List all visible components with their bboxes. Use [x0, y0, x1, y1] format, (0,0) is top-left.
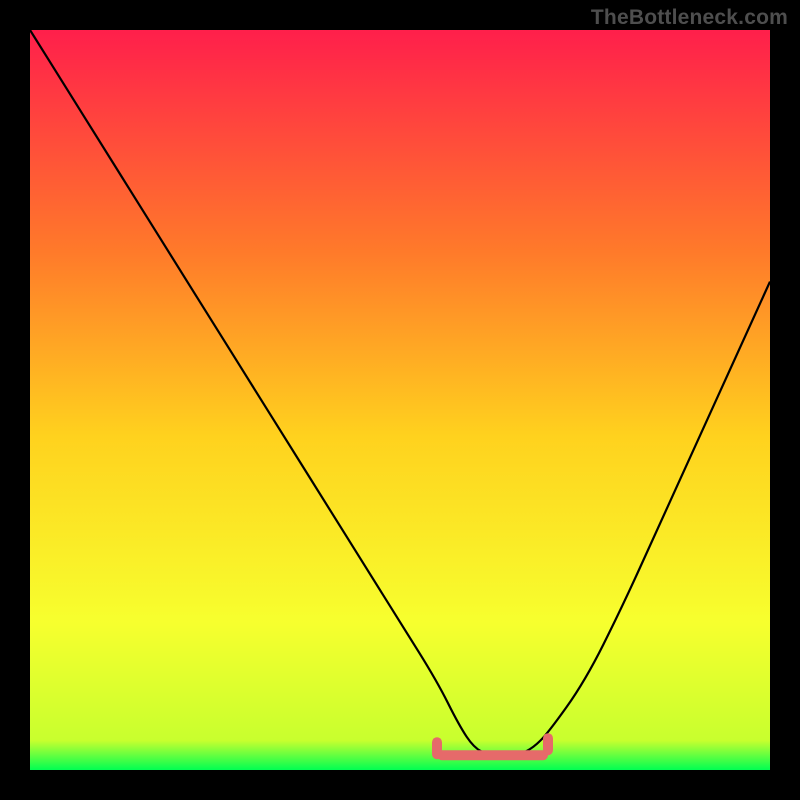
bottleneck-chart [30, 30, 770, 770]
chart-frame: TheBottleneck.com [0, 0, 800, 800]
gradient-background [30, 30, 770, 770]
plot-area [30, 30, 770, 770]
attribution-text: TheBottleneck.com [591, 6, 788, 30]
